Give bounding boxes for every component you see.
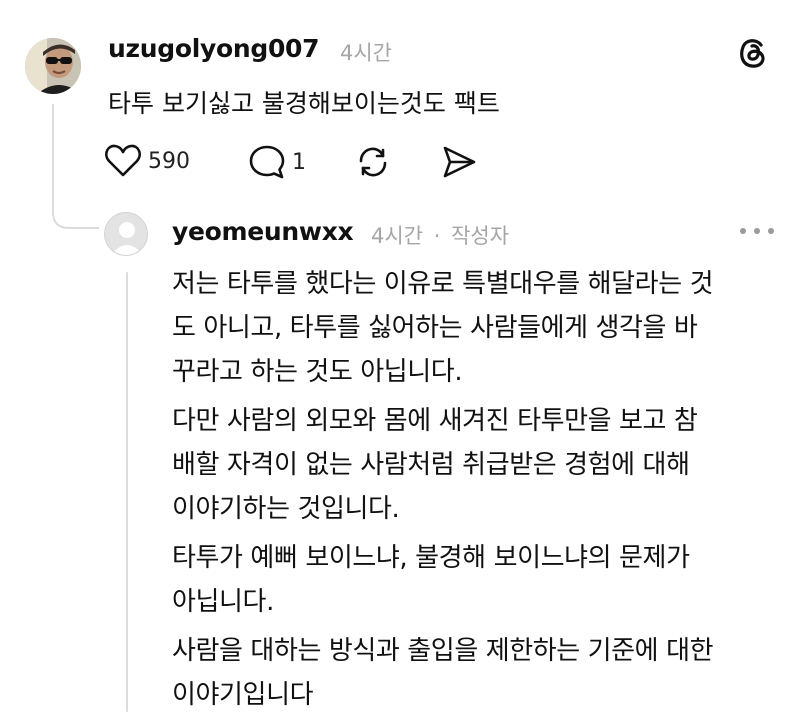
reply-line: 아닙니다. <box>172 587 274 617</box>
more-options-button[interactable] <box>740 228 774 238</box>
reply-line: 도 아니고, 타투를 싫어하는 사람들에게 생각을 바 <box>172 313 698 343</box>
meta-separator: · <box>433 224 441 248</box>
reply-line: 저는 타투를 했다는 이유로 특별대우를 해달라는 것 <box>172 269 714 299</box>
comment-bubble-icon <box>249 145 285 179</box>
reply-line: 이야기하는 것입니다. <box>172 494 400 524</box>
reply-line: 사람을 대하는 방식과 출입을 제한하는 기준에 대한 <box>172 636 714 666</box>
comment-count: 1 <box>292 149 306 175</box>
reply-timestamp: 4시간 <box>371 224 424 248</box>
repost-icon <box>359 147 387 177</box>
reply-paragraph: 사람을 대하는 방식과 출입을 제한하는 기준에 대한 이야기입니다 <box>172 629 772 716</box>
reply-username[interactable]: yeomeunwxx <box>172 217 354 246</box>
reply-line: 배할 자격이 없는 사람처럼 취급받은 경험에 대해 <box>172 450 690 480</box>
reply-thread-line <box>126 272 128 712</box>
heart-icon <box>105 144 141 177</box>
post-username[interactable]: uzugolyong007 <box>108 34 320 63</box>
reply-avatar[interactable] <box>104 212 148 256</box>
more-dot-icon <box>740 228 746 234</box>
share-button[interactable] <box>440 144 478 180</box>
avatar[interactable] <box>25 38 81 94</box>
reply-paragraph: 타투가 예뻐 보이느냐, 불경해 보이느냐의 문제가 아닙니다. <box>172 536 772 624</box>
more-dot-icon <box>754 228 760 234</box>
repost-button[interactable] <box>355 144 391 180</box>
reply-text: 저는 타투를 했다는 이유로 특별대우를 해달라는 것 도 아니고, 타투를 싫… <box>172 262 772 716</box>
reply-line: 꾸라고 하는 것도 아닙니다. <box>172 357 463 387</box>
reply-line: 타투가 예뻐 보이느냐, 불경해 보이느냐의 문제가 <box>172 543 690 573</box>
send-icon <box>443 146 476 178</box>
like-count: 590 <box>148 148 190 174</box>
reply-paragraph: 저는 타투를 했다는 이유로 특별대우를 해달라는 것 도 아니고, 타투를 싫… <box>172 262 772 394</box>
author-badge: 작성자 <box>451 224 510 248</box>
comment-button[interactable]: 1 <box>248 144 306 180</box>
post-timestamp: 4시간 <box>340 41 393 65</box>
more-dot-icon <box>768 228 774 234</box>
reply-line: 다만 사람의 외모와 몸에 새겨진 타투만을 보고 참 <box>172 406 698 436</box>
reply-meta: 4시간 · 작성자 <box>371 220 509 250</box>
like-button[interactable]: 590 <box>104 144 190 178</box>
reply-line: 이야기입니다 <box>172 680 314 710</box>
post-text: 타투 보기싫고 불경해보이는것도 팩트 <box>108 89 500 118</box>
reply-paragraph: 다만 사람의 외모와 몸에 새겨진 타투만을 보고 참 배할 자격이 없는 사람… <box>172 399 772 531</box>
thread-connector-curve <box>52 200 99 229</box>
threads-logo-icon[interactable] <box>736 36 770 70</box>
